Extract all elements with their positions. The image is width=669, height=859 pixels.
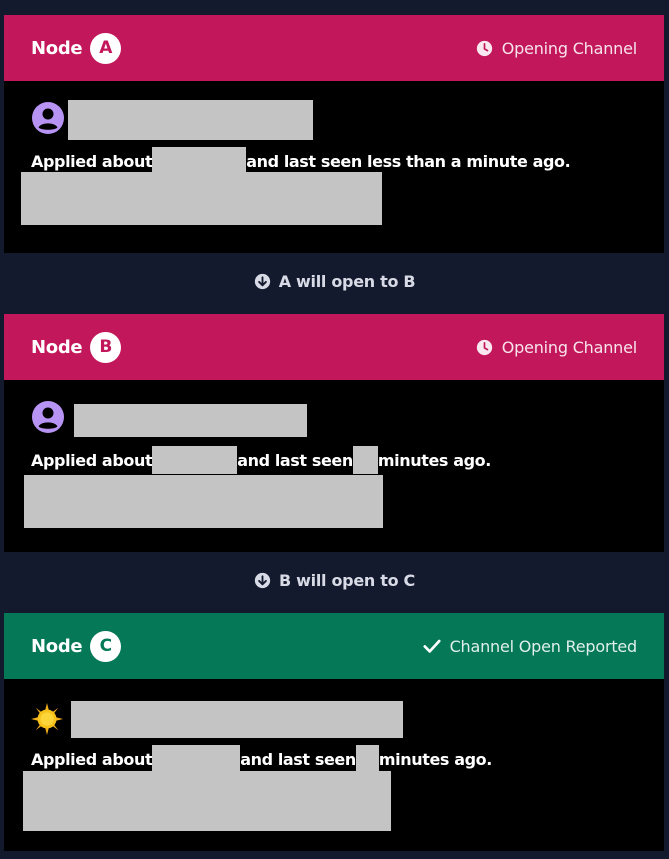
node-label: Node (31, 635, 83, 657)
node-letter-badge: C (90, 630, 122, 662)
node-card-body: Applied about and last seen minutes ago. (4, 380, 664, 552)
applied-suffix: minutes ago. (378, 749, 492, 769)
node-card-body: Applied about and last seen minutes ago. (4, 679, 664, 851)
applied-middle: and last seen (240, 749, 356, 769)
node-card-a: Node A Opening Channel Applied about and… (4, 15, 664, 253)
redacted-name (74, 404, 307, 437)
redacted-details (21, 172, 382, 225)
node-label: Node (31, 37, 83, 59)
node-title: Node A (31, 32, 122, 64)
connector-text: B will open to C (279, 571, 415, 590)
applied-text: Applied about and last seen minutes ago. (31, 745, 492, 773)
status-text: Opening Channel (501, 337, 637, 357)
redacted-date (152, 446, 238, 474)
check-icon (423, 638, 441, 654)
applied-prefix: Applied about (31, 450, 153, 470)
status-indicator: Opening Channel (476, 338, 637, 357)
clock-icon (476, 40, 493, 57)
node-card-c: Node C Channel Open Reported Applied abo… (4, 613, 664, 851)
clock-icon (476, 339, 493, 356)
node-title: Node B (31, 331, 122, 363)
applied-suffix: minutes ago. (377, 450, 491, 470)
connector-b-c: B will open to C (0, 571, 669, 590)
page: Node A Opening Channel Applied about and… (0, 0, 669, 859)
status-text: Opening Channel (501, 38, 637, 58)
user-circle-icon (32, 401, 64, 433)
node-title: Node C (31, 630, 122, 662)
status-indicator: Channel Open Reported (423, 637, 637, 656)
connector-a-b: A will open to B (0, 272, 669, 291)
redacted-details (24, 475, 383, 528)
applied-middle: and last seen less than a minute ago. (246, 151, 571, 171)
redacted-date (152, 147, 247, 175)
status-text: Channel Open Reported (449, 636, 638, 656)
node-card-b: Node B Opening Channel Applied about and… (4, 314, 664, 552)
node-card-header: Node C Channel Open Reported (4, 613, 664, 679)
redacted-details (23, 771, 391, 831)
node-card-body: Applied about and last seen less than a … (4, 81, 664, 253)
node-card-header: Node A Opening Channel (4, 15, 664, 81)
sun-icon (31, 703, 63, 735)
redacted-name (71, 701, 403, 738)
applied-middle: and last seen (237, 450, 353, 470)
arrow-down-circle-icon (254, 273, 271, 290)
redacted-minutes (352, 446, 378, 474)
redacted-name (68, 100, 313, 140)
node-label: Node (31, 336, 83, 358)
connector-text: A will open to B (278, 272, 416, 291)
applied-text: Applied about and last seen less than a … (31, 147, 571, 175)
node-card-header: Node B Opening Channel (4, 314, 664, 380)
status-indicator: Opening Channel (476, 39, 637, 58)
applied-text: Applied about and last seen minutes ago. (31, 446, 491, 474)
arrow-down-circle-icon (254, 572, 271, 589)
user-circle-icon (32, 102, 64, 134)
redacted-minutes (355, 745, 379, 773)
node-letter-badge: A (90, 32, 122, 64)
redacted-date (152, 745, 241, 773)
applied-prefix: Applied about (31, 151, 153, 171)
node-letter-badge: B (90, 331, 122, 363)
applied-prefix: Applied about (31, 749, 153, 769)
